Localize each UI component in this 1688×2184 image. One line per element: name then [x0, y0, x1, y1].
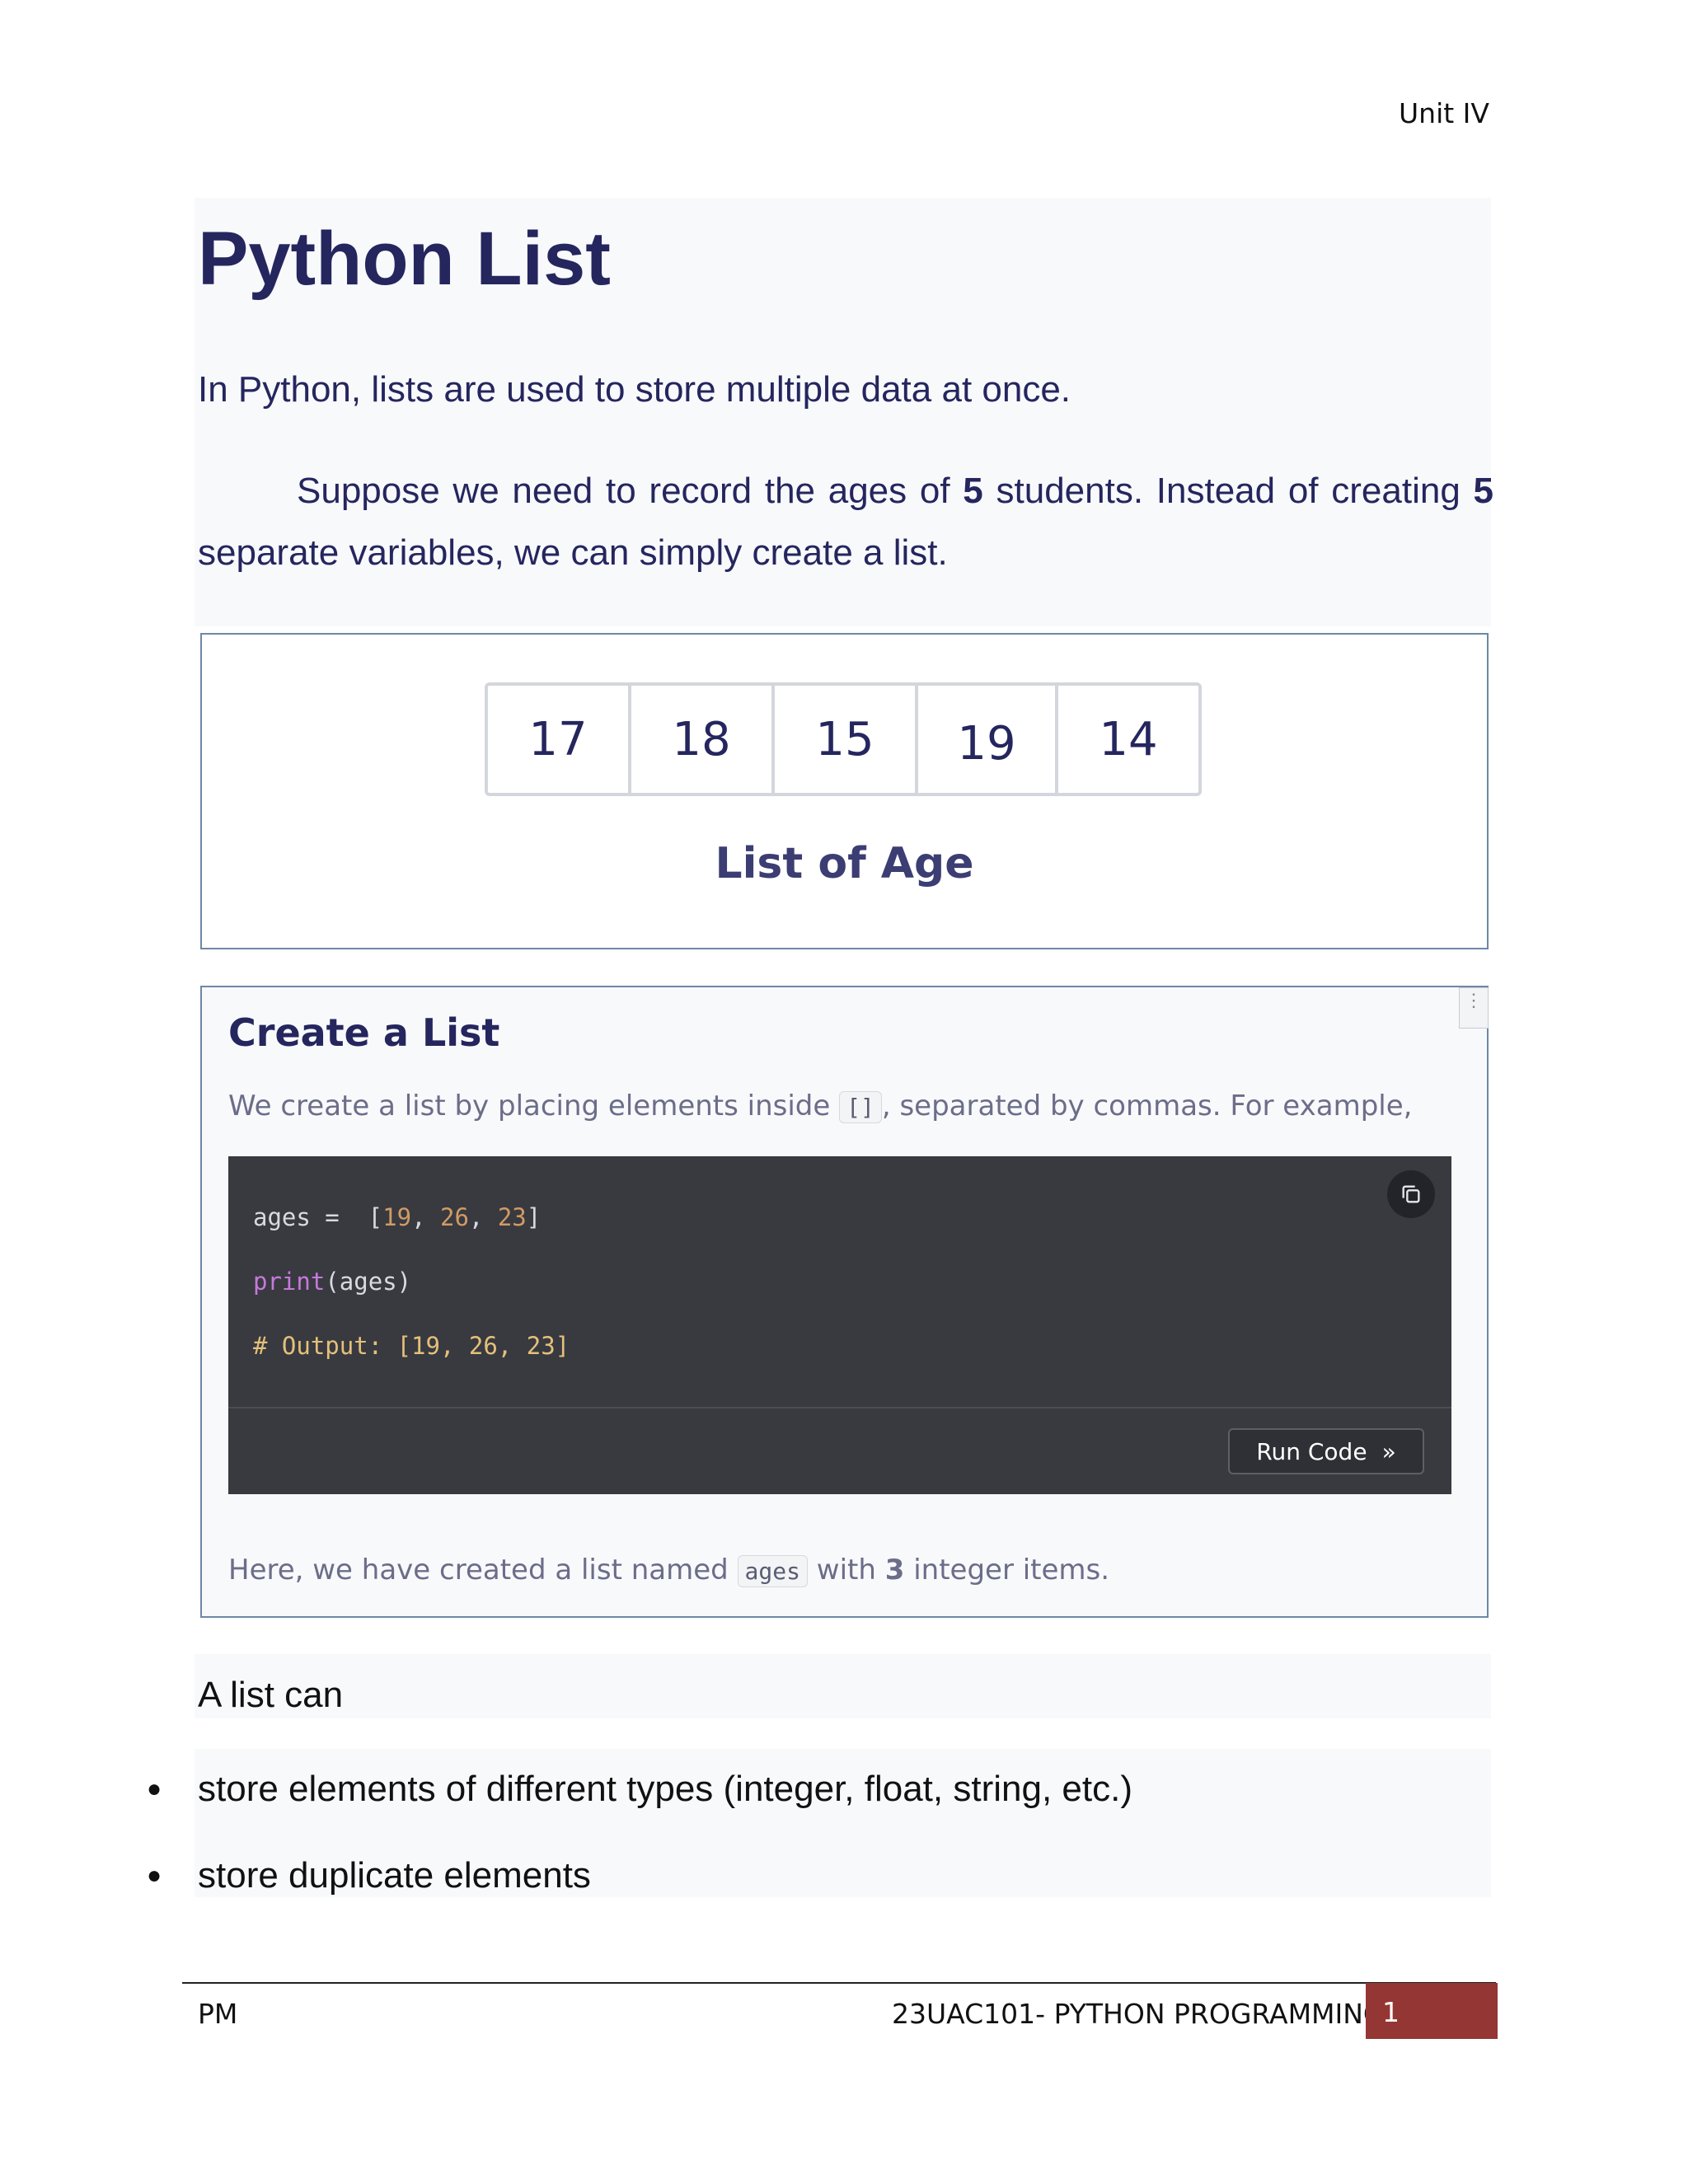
- code-token: [: [354, 1203, 383, 1231]
- code-function: print: [253, 1268, 326, 1296]
- para-part: separate variables, we can simply create…: [198, 532, 948, 573]
- footer-author: PM: [198, 1998, 238, 2030]
- bullet-icon: ●: [147, 1862, 162, 1889]
- page-number: 1: [1366, 1983, 1498, 2039]
- code-token: ]: [526, 1203, 542, 1231]
- double-chevron-icon: »: [1381, 1437, 1396, 1465]
- inline-code: ages: [737, 1555, 808, 1587]
- foot-number: 3: [884, 1554, 905, 1586]
- code-number: 19: [382, 1203, 412, 1231]
- code-number: 26: [439, 1203, 469, 1231]
- list-can-background: [195, 1654, 1491, 1718]
- code-token: (ages): [325, 1268, 412, 1296]
- age-cell: 18: [631, 686, 775, 793]
- copy-button[interactable]: [1387, 1170, 1435, 1218]
- foot-text: Here, we have created a list named: [228, 1554, 738, 1586]
- para-part: Suppose we need to record the ages of: [297, 471, 964, 511]
- age-cell: 19: [918, 686, 1058, 793]
- para-part: students. Instead of creating: [982, 471, 1474, 511]
- age-cell: 17: [488, 686, 631, 793]
- copy-icon: [1402, 1185, 1420, 1203]
- page-title: Python List: [198, 217, 611, 301]
- desc-text: We create a list by placing elements ins…: [228, 1090, 840, 1122]
- list-can-lead: A list can: [198, 1675, 344, 1715]
- age-cell: 14: [1099, 712, 1158, 766]
- code-number: 23: [497, 1203, 527, 1231]
- bullet-item: store duplicate elements: [198, 1855, 591, 1896]
- age-cells: 17 18 15 19 14: [485, 682, 1202, 796]
- footer-rule: [182, 1982, 1496, 1984]
- age-cell: 15: [775, 686, 918, 793]
- code-token: ages =: [253, 1203, 354, 1231]
- intro-text: In Python, lists are used to store multi…: [198, 369, 1071, 410]
- footer-course: 23UAC101- PYTHON PROGRAMMING: [892, 1998, 1385, 2030]
- para-number: 5: [1473, 471, 1493, 511]
- code-comment: # Output: [19, 26, 23]: [253, 1332, 570, 1360]
- inline-code: []: [839, 1091, 882, 1123]
- foot-text: with: [807, 1554, 885, 1586]
- create-list-title: Create a List: [228, 1010, 500, 1055]
- bullet-icon: ●: [147, 1775, 162, 1802]
- create-list-footnote: Here, we have created a list named ages …: [228, 1554, 1109, 1587]
- header-unit-label: Unit IV: [1399, 97, 1489, 129]
- run-code-label: Run Code: [1256, 1437, 1367, 1465]
- code-token: ,: [411, 1203, 440, 1231]
- desc-text: , separated by commas. For example,: [881, 1090, 1413, 1122]
- code-token: ,: [468, 1203, 498, 1231]
- bullet-item: store elements of different types (integ…: [198, 1769, 1132, 1809]
- code-line: ages = [19, 26, 23]: [253, 1203, 541, 1231]
- code-divider: [228, 1407, 1451, 1408]
- menu-icon[interactable]: ⋮: [1459, 987, 1489, 1029]
- run-code-button[interactable]: Run Code »: [1228, 1428, 1424, 1474]
- intro-paragraph: Suppose we need to record the ages of 5 …: [198, 460, 1493, 583]
- foot-text: integer items.: [904, 1554, 1110, 1586]
- para-number: 5: [963, 471, 983, 511]
- figure-caption: List of Age: [715, 839, 974, 888]
- create-list-description: We create a list by placing elements ins…: [228, 1090, 1412, 1123]
- code-line: print(ages): [253, 1268, 411, 1296]
